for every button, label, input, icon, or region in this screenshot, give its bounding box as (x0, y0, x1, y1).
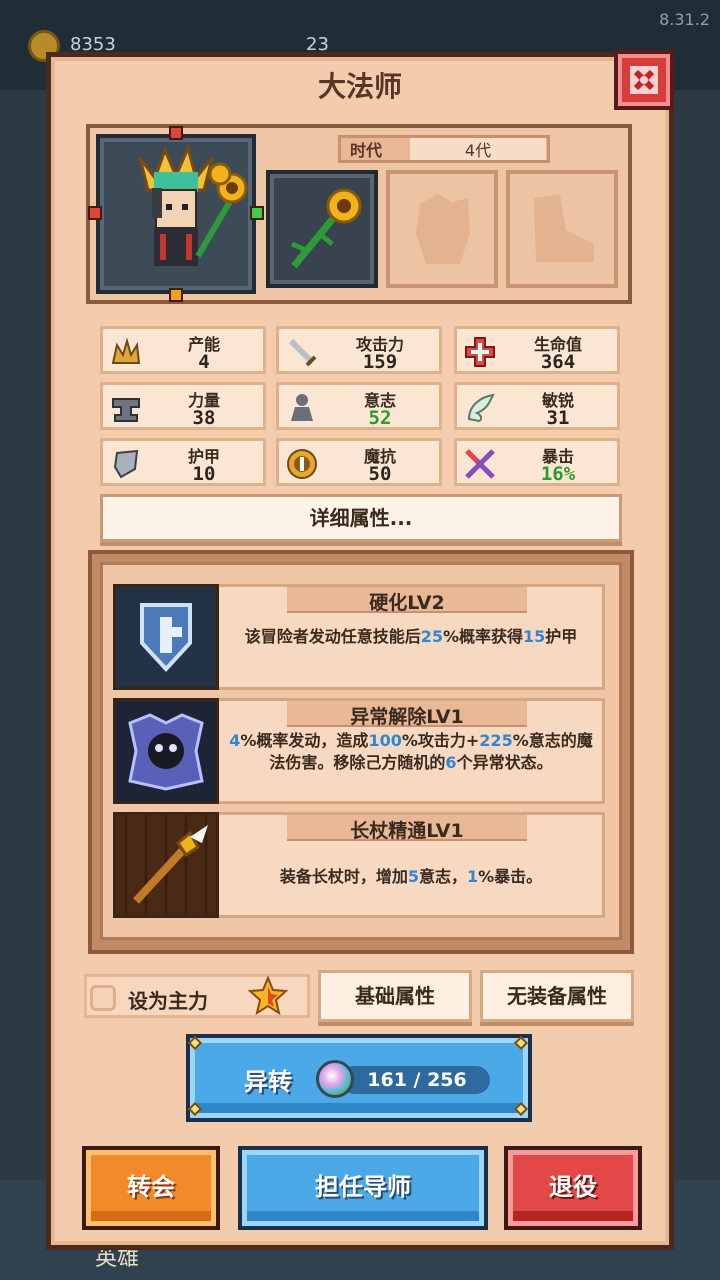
close-icon (630, 66, 658, 94)
transfer-button[interactable]: 转会 (82, 1146, 220, 1230)
skill-description: 装备长杖时，增加5意志，1%暴击。 (226, 866, 596, 888)
rainbow-gem-icon (316, 1060, 354, 1098)
stat-armor: 护甲 10 (100, 438, 266, 486)
anvil-icon (112, 398, 140, 422)
retire-button[interactable]: 退役 (504, 1146, 642, 1230)
set-main-label: 设为主力 (128, 989, 208, 1013)
skill-title: 硬化LV2 (369, 592, 445, 614)
skill-desc-number: 25 (420, 627, 443, 646)
archmage-sprite-icon (138, 143, 248, 266)
stat-agility: 敏锐 31 (454, 382, 620, 430)
dialog-title: 大法师 (317, 70, 402, 103)
stat-critical: 暴击 16% (454, 438, 620, 486)
skill-desc-number: 4 (229, 731, 241, 750)
stat-magic-resist: 魔抗 50 (276, 438, 442, 486)
era-value: 4代 (464, 141, 492, 160)
stat-attack: 攻击力 159 (276, 326, 442, 374)
wing-icon (467, 393, 495, 423)
star-icon (248, 976, 288, 1016)
equip-slot-armor[interactable] (386, 170, 498, 288)
set-main-checkbox[interactable] (90, 985, 116, 1011)
portrait-marker-right (250, 206, 264, 220)
transform-label: 异转 (244, 1068, 292, 1096)
skill-icon-box (113, 584, 219, 690)
skill-desc-number: 6 (445, 753, 457, 772)
mentor-button[interactable]: 担任导师 (238, 1146, 488, 1230)
equip-slot-accessory[interactable] (506, 170, 618, 288)
equip-slot-weapon[interactable] (266, 170, 378, 288)
skill-desc-text: 该冒险者发动任意技能后 (244, 627, 421, 646)
skill-description: 该冒险者发动任意技能后25%概率获得15护甲 (226, 626, 596, 648)
stat-value: 16% (540, 463, 576, 485)
skill-desc-text: 护甲 (545, 627, 578, 646)
stat-health: 生命值 364 (454, 326, 620, 374)
stat-value: 31 (546, 407, 570, 429)
stat-value: 159 (362, 351, 398, 373)
health-cross-icon (465, 337, 495, 367)
crown-icon (111, 337, 141, 364)
stat-value: 10 (192, 463, 216, 485)
skill-desc-number: 5 (407, 867, 419, 886)
skill-desc-text: 个异常状态。 (456, 753, 553, 772)
portrait-marker-left (88, 206, 102, 220)
skill-description: 4%概率发动，造成100%攻击力+225%意志的魔法伤害。移除己方随机的6个异常… (226, 730, 596, 774)
skill-desc-text: %攻击力+ (401, 731, 480, 750)
shield-icon (113, 449, 139, 479)
stat-value: 38 (192, 407, 216, 429)
stat-value: 4 (198, 351, 210, 373)
skill-desc-number: 15 (523, 627, 546, 646)
skill-desc-text: %概率发动，造成 (240, 731, 369, 750)
empty-boot-silhouette-icon (534, 194, 594, 262)
skill-desc-text: %概率获得 (442, 627, 524, 646)
stat-will: 意志 52 (276, 382, 442, 430)
skull-skill-icon (116, 701, 216, 801)
skill-desc-text: 装备长杖时，增加 (279, 867, 408, 886)
skill-desc-text: %暴击。 (478, 867, 543, 886)
stat-value: 50 (368, 463, 392, 485)
skill-title: 长杖精通LV1 (350, 820, 464, 842)
close-button[interactable] (614, 50, 674, 110)
skill-title: 异常解除LV1 (350, 706, 464, 728)
skill-icon-box (113, 698, 219, 804)
stat-strength: 力量 38 (100, 382, 266, 430)
crossed-swords-icon (465, 449, 495, 479)
magic-resist-icon (287, 449, 317, 479)
stat-value: 364 (540, 351, 576, 373)
skill-icon-box (113, 812, 219, 918)
portrait-marker-top (169, 126, 183, 140)
skill-desc-number: 1 (466, 867, 479, 886)
sword-icon (288, 338, 317, 367)
version-label: 8.31.2 (659, 10, 710, 29)
empty-armor-silhouette-icon (416, 194, 470, 264)
skill-desc-number: 100 (368, 731, 402, 750)
transform-count: 161 / 256 (367, 1069, 467, 1091)
will-figure-icon (291, 394, 313, 421)
skill-desc-number: 225 (479, 731, 513, 750)
skill-desc-text: 意志， (418, 867, 467, 886)
hero-portrait[interactable] (96, 134, 256, 294)
tab-no-equip-attributes[interactable]: 无装备属性 (480, 970, 634, 1022)
staff-skill-icon (116, 815, 216, 915)
shield-skill-icon (116, 587, 216, 687)
stat-productivity: 产能 4 (100, 326, 266, 374)
tab-base-attributes[interactable]: 基础属性 (318, 970, 472, 1022)
detailed-attributes-button[interactable]: 详细属性... (100, 494, 622, 542)
sunflower-staff-icon (291, 188, 362, 269)
stat-value: 52 (368, 407, 392, 429)
era-label: 时代 (350, 141, 383, 160)
portrait-marker-bottom (169, 288, 183, 302)
